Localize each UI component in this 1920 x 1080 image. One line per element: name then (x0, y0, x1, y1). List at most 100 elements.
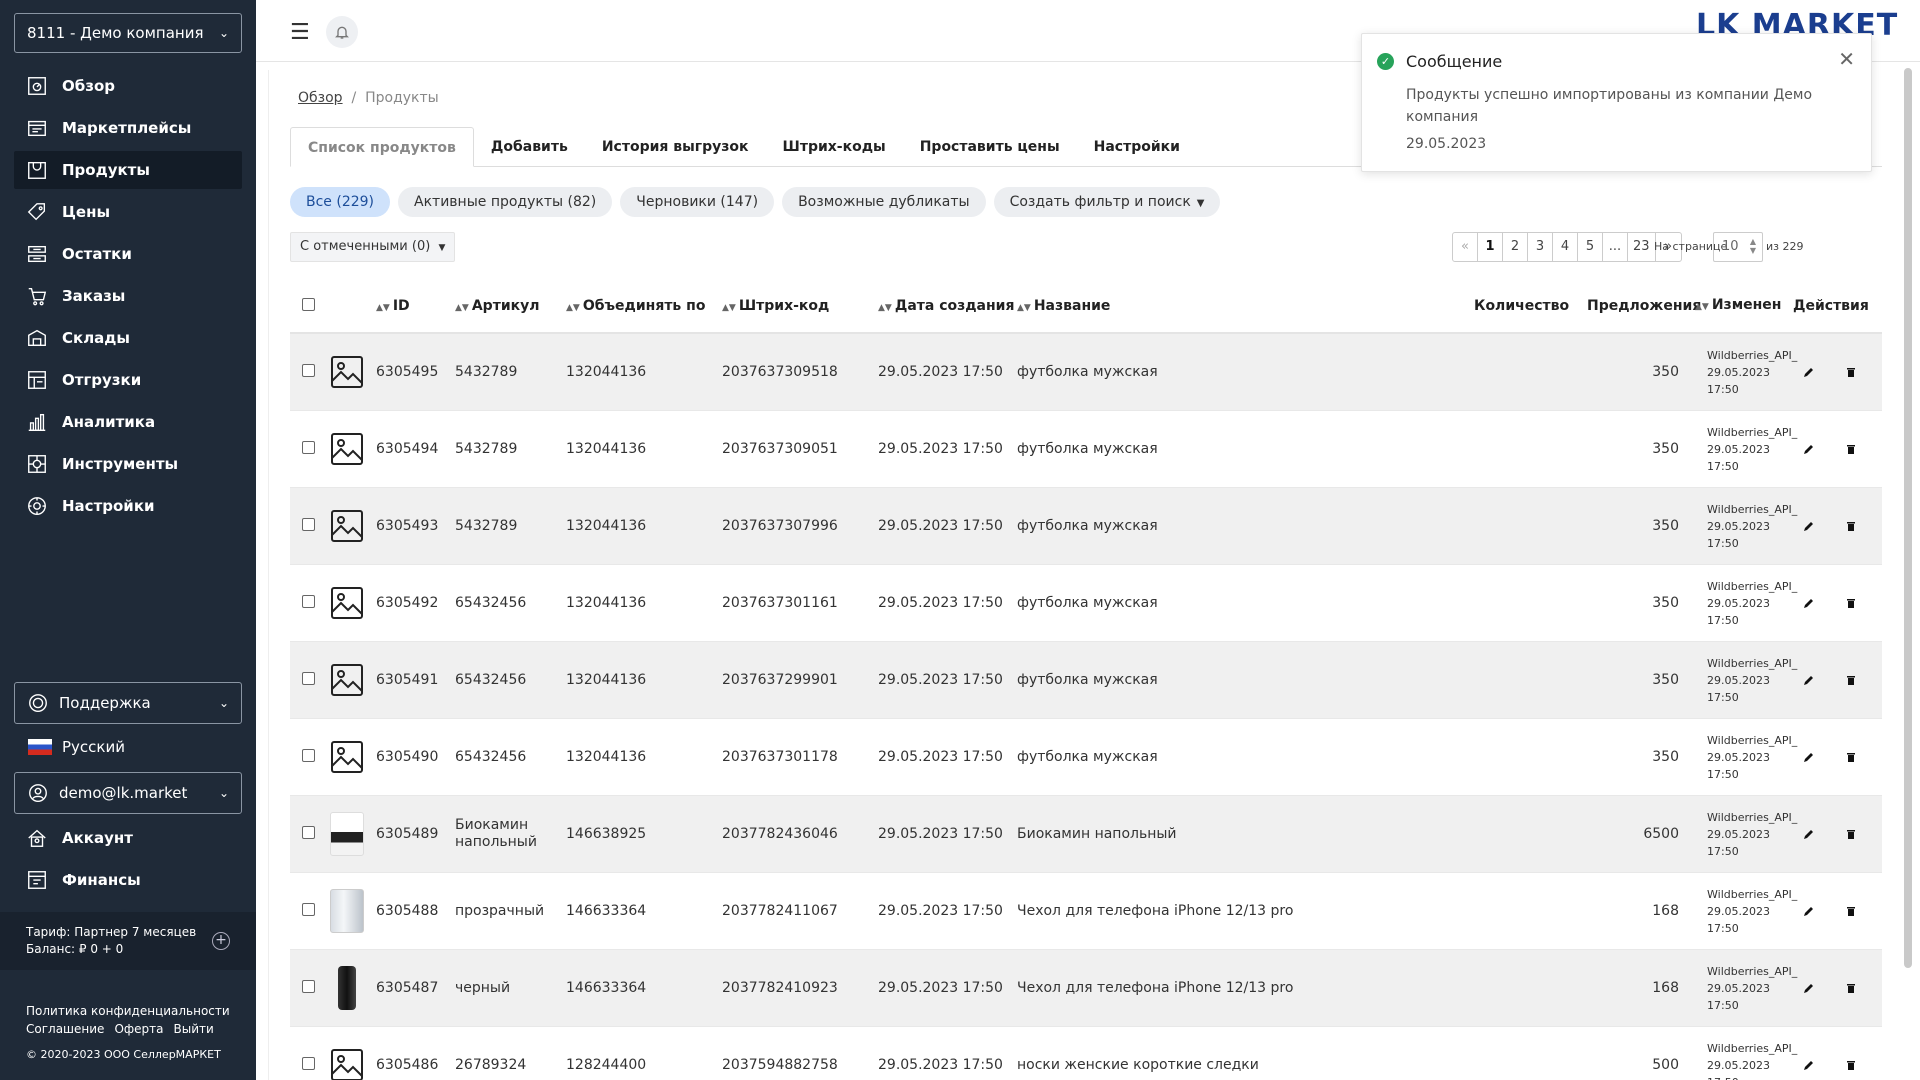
logout-link[interactable]: Выйти (174, 1020, 214, 1038)
edit-icon[interactable] (1803, 674, 1815, 686)
per-page-input[interactable]: 10 ▲ ▼ (1713, 232, 1763, 262)
tab-add[interactable]: Добавить (474, 127, 585, 167)
header-id[interactable]: ▲▼ ID (376, 298, 455, 314)
delete-icon[interactable] (1845, 905, 1857, 917)
edit-icon[interactable] (1803, 751, 1815, 763)
table-row[interactable]: 6305491 65432456 132044136 2037637299901 29.… (290, 642, 1882, 719)
product-image[interactable] (330, 584, 364, 622)
sidebar-item-orders[interactable]: Заказы (14, 277, 242, 315)
page-button[interactable]: 2 (1503, 233, 1528, 261)
tab-barcodes[interactable]: Штрих-коды (766, 127, 903, 167)
scrollbar-thumb[interactable] (1904, 68, 1912, 968)
edit-icon[interactable] (1803, 520, 1815, 532)
row-checkbox[interactable] (302, 825, 315, 839)
sidebar-item-account[interactable]: Аккаунт (14, 819, 242, 857)
row-checkbox[interactable] (302, 748, 315, 762)
edit-icon[interactable] (1803, 1059, 1815, 1071)
close-icon[interactable]: ✕ (1838, 47, 1855, 71)
language-switch[interactable]: Русский (28, 738, 125, 756)
sidebar-item-overview[interactable]: Обзор (14, 67, 242, 105)
product-image[interactable] (330, 507, 364, 545)
header-article[interactable]: ▲▼ Артикул (455, 298, 566, 314)
table-row[interactable]: 6305487 черный 146633364 2037782410923 29.05… (290, 950, 1882, 1027)
offer-link[interactable]: Оферта (114, 1020, 163, 1038)
delete-icon[interactable] (1845, 1059, 1857, 1071)
delete-icon[interactable] (1845, 982, 1857, 994)
edit-icon[interactable] (1803, 597, 1815, 609)
page-button[interactable]: 5 (1578, 233, 1603, 261)
edit-icon[interactable] (1803, 443, 1815, 455)
sidebar-item-marketplaces[interactable]: Маркетплейсы (14, 109, 242, 147)
delete-icon[interactable] (1845, 520, 1857, 532)
select-all-checkbox[interactable] (302, 297, 315, 311)
delete-icon[interactable] (1845, 366, 1857, 378)
row-checkbox[interactable] (302, 1056, 315, 1070)
sidebar-item-finance[interactable]: Финансы (14, 861, 242, 899)
header-combine[interactable]: ▲▼ Объединять по (566, 298, 722, 314)
delete-icon[interactable] (1845, 443, 1857, 455)
product-image[interactable] (330, 738, 364, 776)
row-checkbox[interactable] (302, 517, 315, 531)
table-row[interactable]: 6305495 5432789 132044136 2037637309518 29.0… (290, 334, 1882, 411)
table-row[interactable]: 6305486 26789324 128244400 2037594882758 29.… (290, 1027, 1882, 1080)
tab-set-prices[interactable]: Проставить цены (903, 127, 1077, 167)
sidebar-item-products[interactable]: Продукты (14, 151, 242, 189)
sidebar-item-tools[interactable]: Инструменты (14, 445, 242, 483)
edit-icon[interactable] (1803, 982, 1815, 994)
table-row[interactable]: 6305494 5432789 132044136 2037637309051 29.0… (290, 411, 1882, 488)
tab-export-history[interactable]: История выгрузок (585, 127, 766, 167)
filter-all[interactable]: Все (229) (290, 187, 391, 217)
delete-icon[interactable] (1845, 751, 1857, 763)
page-button[interactable]: 1 (1478, 233, 1503, 261)
page-button[interactable]: 3 (1528, 233, 1553, 261)
sidebar-item-prices[interactable]: Цены (14, 193, 242, 231)
add-balance-icon[interactable]: + (212, 932, 230, 950)
product-image[interactable] (330, 661, 364, 699)
delete-icon[interactable] (1845, 674, 1857, 686)
header-created[interactable]: ▲▼ Дата создания (878, 298, 1017, 314)
product-image[interactable] (330, 966, 364, 1010)
create-filter-button[interactable]: Создать фильтр и поиск ▼ (993, 187, 1221, 217)
sidebar-item-analytics[interactable]: Аналитика (14, 403, 242, 441)
support-select[interactable]: Поддержка ⌄ (14, 682, 242, 724)
row-checkbox[interactable] (302, 902, 315, 916)
row-checkbox[interactable] (302, 671, 315, 685)
row-checkbox[interactable] (302, 363, 315, 377)
product-image[interactable] (330, 353, 364, 391)
sidebar-item-shipments[interactable]: Отгрузки (14, 361, 242, 399)
page-scrollbar[interactable] (1902, 62, 1914, 968)
table-row[interactable]: 6305493 5432789 132044136 2037637307996 29.0… (290, 488, 1882, 565)
filter-active[interactable]: Активные продукты (82) (398, 187, 613, 217)
edit-icon[interactable] (1803, 366, 1815, 378)
delete-icon[interactable] (1845, 828, 1857, 840)
filter-drafts[interactable]: Черновики (147) (620, 187, 775, 217)
edit-icon[interactable] (1803, 828, 1815, 840)
menu-icon[interactable]: ☰ (290, 20, 310, 45)
sidebar-item-settings[interactable]: Настройки (14, 487, 242, 525)
table-row[interactable]: 6305490 65432456 132044136 2037637301178 29.… (290, 719, 1882, 796)
page-prev-button[interactable]: « (1453, 233, 1478, 261)
product-image[interactable] (330, 812, 364, 856)
bulk-actions-button[interactable]: С отмеченными (0) ▼ (290, 232, 456, 262)
header-name[interactable]: ▲▼ Название (1017, 298, 1474, 314)
edit-icon[interactable] (1803, 905, 1815, 917)
row-checkbox[interactable] (302, 979, 315, 993)
bell-icon[interactable] (326, 16, 358, 48)
table-row[interactable]: 6305489 Биокамин напольный 146638925 203778… (290, 796, 1882, 873)
sidebar-item-warehouses[interactable]: Склады (14, 319, 242, 357)
spinner-icon[interactable]: ▲ ▼ (1750, 237, 1756, 255)
header-changed[interactable]: ▲▼ Изменен (1687, 297, 1785, 316)
delete-icon[interactable] (1845, 597, 1857, 609)
product-image[interactable] (330, 430, 364, 468)
filter-duplicates[interactable]: Возможные дубликаты (782, 187, 986, 217)
tab-settings[interactable]: Настройки (1077, 127, 1197, 167)
user-select[interactable]: demo@lk.market ⌄ (14, 772, 242, 814)
table-row[interactable]: 6305492 65432456 132044136 2037637301161 29.… (290, 565, 1882, 642)
page-button[interactable]: 4 (1553, 233, 1578, 261)
company-select[interactable]: 8111 - Демо компания ⌄ (14, 13, 242, 53)
page-button[interactable]: 23 (1628, 233, 1656, 261)
row-checkbox[interactable] (302, 594, 315, 608)
page-button[interactable]: ... (1603, 233, 1628, 261)
product-image[interactable] (330, 1046, 364, 1080)
breadcrumb-overview[interactable]: Обзор (298, 90, 343, 106)
